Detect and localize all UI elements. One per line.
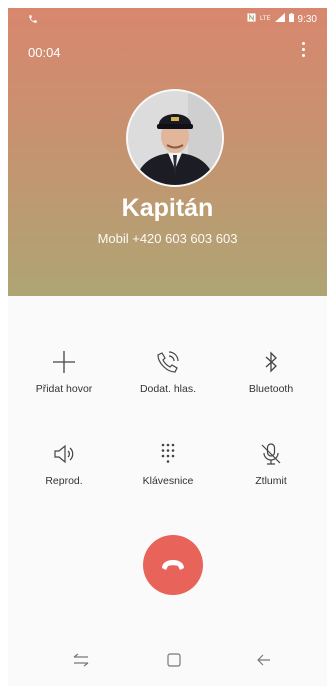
- speaker-icon: [54, 444, 74, 464]
- speaker-button[interactable]: Reprod.: [11, 441, 117, 487]
- recent-apps-icon[interactable]: [72, 652, 90, 673]
- add-call-label: Přidat hovor: [35, 383, 93, 395]
- navigation-bar: [8, 634, 327, 686]
- extra-volume-button[interactable]: Dodat. hlas.: [115, 349, 221, 395]
- back-icon[interactable]: [256, 652, 272, 673]
- mute-label: Ztlumit: [255, 475, 287, 487]
- more-options-icon[interactable]: [299, 42, 307, 60]
- mic-mute-icon: [261, 443, 281, 465]
- contact-name: Kapitán: [121, 194, 214, 222]
- plus-icon: [53, 351, 75, 373]
- battery-icon: [288, 13, 294, 25]
- keypad-label: Klávesnice: [142, 475, 194, 487]
- contact-number: Mobil +420 603 603 603: [97, 231, 238, 246]
- status-bar: LTE 9:30: [8, 8, 327, 32]
- status-time: 9:30: [297, 13, 317, 25]
- end-call-icon: [162, 560, 184, 570]
- nfc-icon: [247, 13, 256, 25]
- contact-avatar: [126, 89, 224, 187]
- call-controls: Přidat hovor Dodat. hlas. Bluetooth Repr…: [8, 296, 327, 686]
- phone-icon: [28, 14, 38, 27]
- keypad-button[interactable]: Klávesnice: [115, 441, 221, 487]
- lte-icon: LTE: [259, 16, 271, 22]
- keypad-icon: [161, 443, 175, 463]
- add-call-button[interactable]: Přidat hovor: [11, 349, 117, 395]
- signal-icon: [274, 13, 285, 25]
- bluetooth-icon: [265, 351, 277, 373]
- call-screen: LTE 9:30 00:04 Kapitán Mobil +420 603 60…: [8, 8, 327, 686]
- speaker-label: Reprod.: [45, 475, 83, 487]
- caller-header: LTE 9:30 00:04 Kapitán Mobil +420 603 60…: [8, 8, 327, 296]
- end-call-button[interactable]: [143, 535, 203, 595]
- bluetooth-label: Bluetooth: [248, 383, 294, 395]
- call-timer: 00:04: [28, 45, 61, 60]
- mute-button[interactable]: Ztlumit: [218, 441, 324, 487]
- home-icon[interactable]: [166, 652, 182, 673]
- phone-volume-icon: [157, 351, 179, 373]
- bluetooth-button[interactable]: Bluetooth: [218, 349, 324, 395]
- extra-volume-label: Dodat. hlas.: [139, 383, 197, 395]
